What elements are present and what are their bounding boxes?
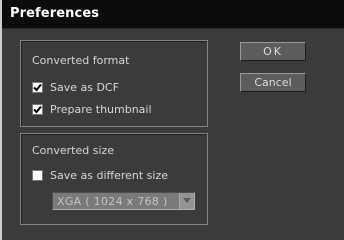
cancel-button[interactable]: Cancel xyxy=(240,73,306,92)
save-as-dcf-label: Save as DCF xyxy=(50,80,119,94)
dropdown-arrow-button[interactable] xyxy=(179,193,194,209)
prepare-thumbnail-label: Prepare thumbnail xyxy=(50,102,152,116)
chevron-down-icon xyxy=(183,198,191,203)
save-as-different-size-checkbox[interactable] xyxy=(32,169,43,181)
size-select[interactable]: XGA ( 1024 x 768 ) xyxy=(52,192,195,210)
converted-format-label: Converted format xyxy=(32,54,130,67)
save-as-dcf-checkbox[interactable] xyxy=(32,81,43,93)
save-as-different-size-label: Save as different size xyxy=(50,168,169,182)
converted-format-group: Converted format Save as DCF Prepare thu… xyxy=(20,40,208,127)
checkmark-icon xyxy=(33,83,42,91)
converted-size-group: Converted size Save as different size XG… xyxy=(20,133,208,225)
converted-size-label: Converted size xyxy=(32,144,115,157)
save-as-different-size-option[interactable]: Save as different size xyxy=(32,167,168,183)
prepare-thumbnail-checkbox[interactable] xyxy=(32,103,43,115)
prepare-thumbnail-option[interactable]: Prepare thumbnail xyxy=(32,101,152,117)
title-bar: Preferences xyxy=(2,0,344,29)
ok-button[interactable]: OK xyxy=(240,42,306,61)
checkmark-icon xyxy=(33,105,42,113)
dialog-title: Preferences xyxy=(10,6,100,21)
save-as-dcf-option[interactable]: Save as DCF xyxy=(32,79,119,95)
size-select-value: XGA ( 1024 x 768 ) xyxy=(57,195,168,208)
preferences-dialog: Preferences Converted format Save as DCF… xyxy=(0,0,344,240)
